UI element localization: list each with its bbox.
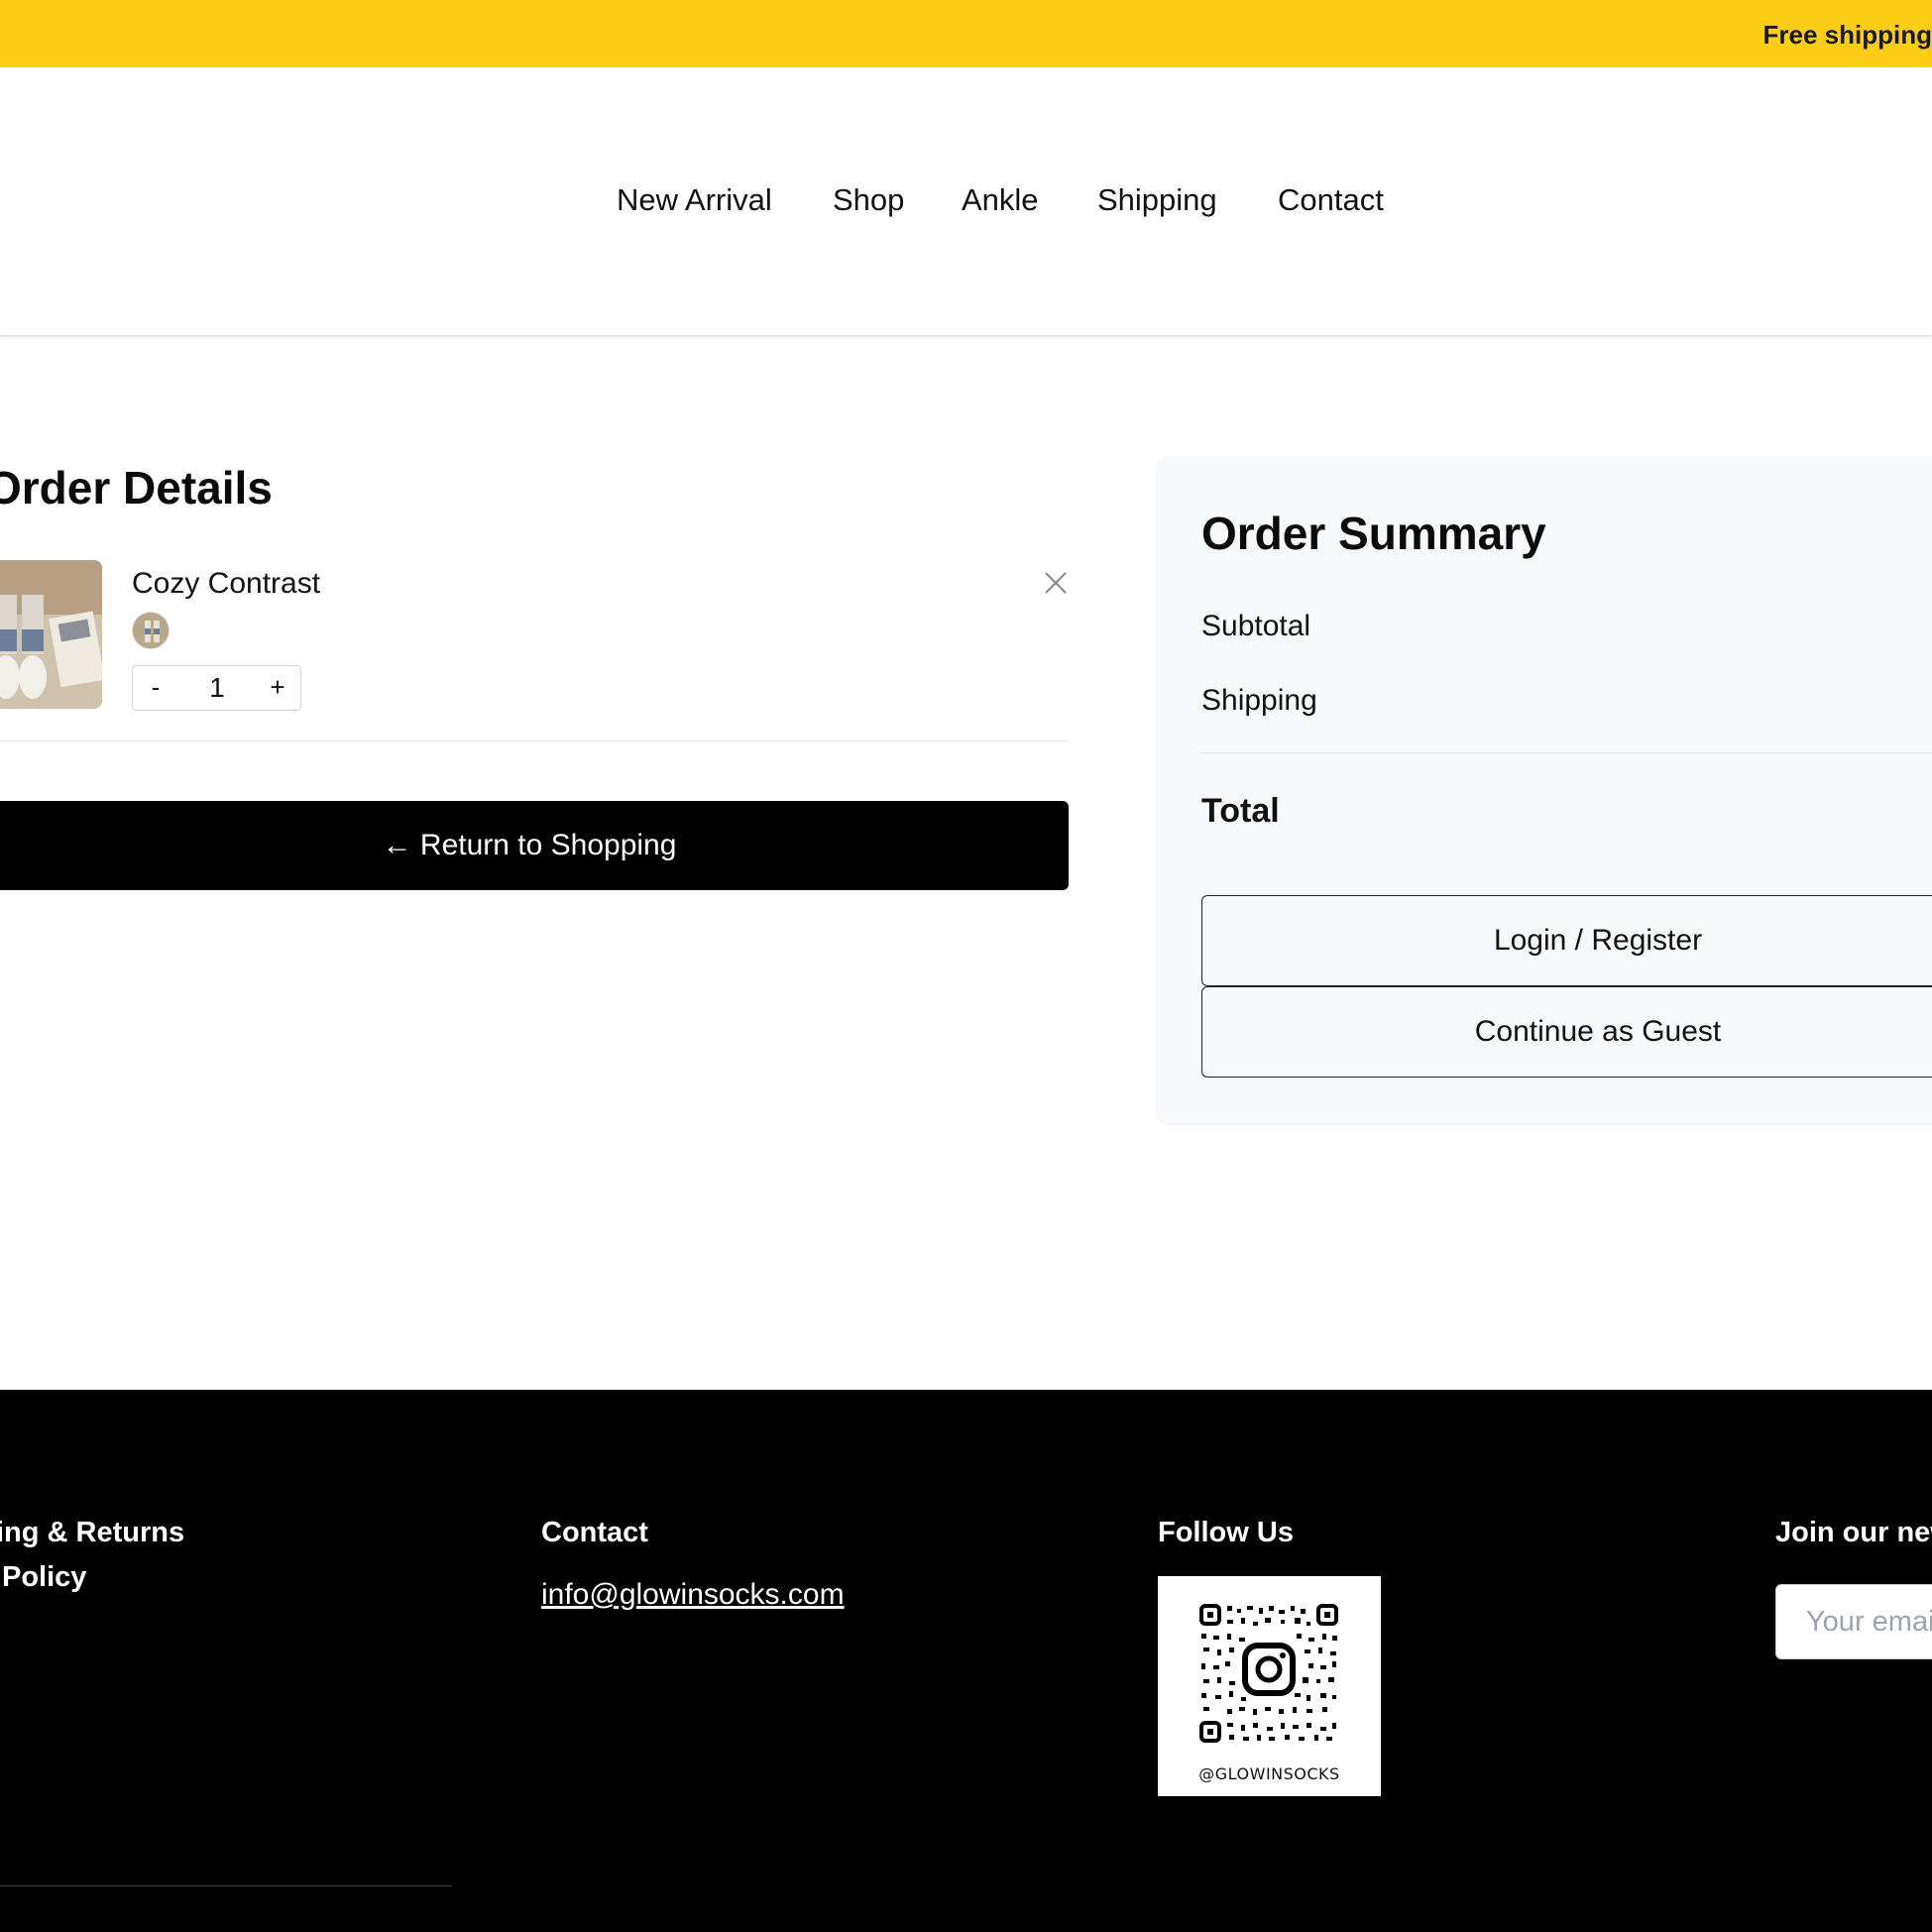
- decrease-quantity-button[interactable]: -: [141, 672, 170, 703]
- instagram-handle: @GLOWINSOCKS: [1198, 1764, 1340, 1783]
- product-name[interactable]: Cozy Contrast: [132, 567, 320, 601]
- total-label: Total: [1201, 792, 1280, 830]
- site-header: New Arrival Shop Ankle Shipping Contact: [0, 67, 1932, 337]
- newsletter-email-input[interactable]: Your emai: [1775, 1584, 1932, 1659]
- nav-item-ankle[interactable]: Ankle: [962, 182, 1039, 218]
- footer-link-shipping-returns[interactable]: ing & Returns: [0, 1517, 184, 1549]
- continue-as-guest-button[interactable]: Continue as Guest: [1201, 986, 1932, 1078]
- contact-email-link[interactable]: info@glowinsocks.com: [541, 1578, 845, 1612]
- nav-item-shipping[interactable]: Shipping: [1097, 182, 1217, 218]
- login-register-button[interactable]: Login / Register: [1201, 895, 1932, 986]
- footer-link-policy[interactable]: Policy: [2, 1561, 86, 1594]
- item-divider: [0, 740, 1069, 741]
- footer-divider: [0, 1885, 452, 1886]
- swatch-image: [133, 613, 169, 648]
- order-summary-title: Order Summary: [1201, 508, 1546, 559]
- order-summary-panel: Order Summary Subtotal Shipping Total Lo…: [1157, 456, 1932, 1123]
- footer-contact-heading: Contact: [541, 1517, 648, 1548]
- product-image[interactable]: [0, 560, 102, 709]
- summary-divider: [1201, 752, 1932, 753]
- increase-quantity-button[interactable]: +: [263, 672, 292, 703]
- product-photo: [0, 560, 102, 709]
- main-nav: New Arrival Shop Ankle Shipping Contact: [0, 182, 1932, 222]
- nav-item-contact[interactable]: Contact: [1278, 182, 1384, 218]
- nav-item-shop[interactable]: Shop: [833, 182, 904, 218]
- site-footer: ing & Returns Policy Contact info@glowin…: [0, 1390, 1932, 1932]
- qr-code-graphic: [1158, 1576, 1381, 1764]
- quantity-stepper: - 1 +: [132, 665, 301, 711]
- instagram-qr-code[interactable]: @GLOWINSOCKS: [1158, 1576, 1381, 1796]
- subtotal-label: Subtotal: [1201, 610, 1311, 642]
- order-details-title: Order Details: [0, 462, 273, 513]
- announcement-bar: Free shipping: [0, 0, 1932, 67]
- quantity-value[interactable]: 1: [182, 672, 252, 704]
- footer-newsletter-heading: Join our new: [1775, 1517, 1932, 1548]
- color-swatch[interactable]: [132, 612, 170, 649]
- remove-item-icon[interactable]: [1042, 569, 1070, 597]
- return-to-shopping-button[interactable]: ← Return to Shopping: [0, 801, 1069, 890]
- announcement-text: Free shipping: [1762, 20, 1932, 50]
- footer-follow-heading: Follow Us: [1158, 1517, 1294, 1548]
- shipping-label: Shipping: [1201, 684, 1317, 717]
- nav-item-new-arrival[interactable]: New Arrival: [617, 182, 772, 218]
